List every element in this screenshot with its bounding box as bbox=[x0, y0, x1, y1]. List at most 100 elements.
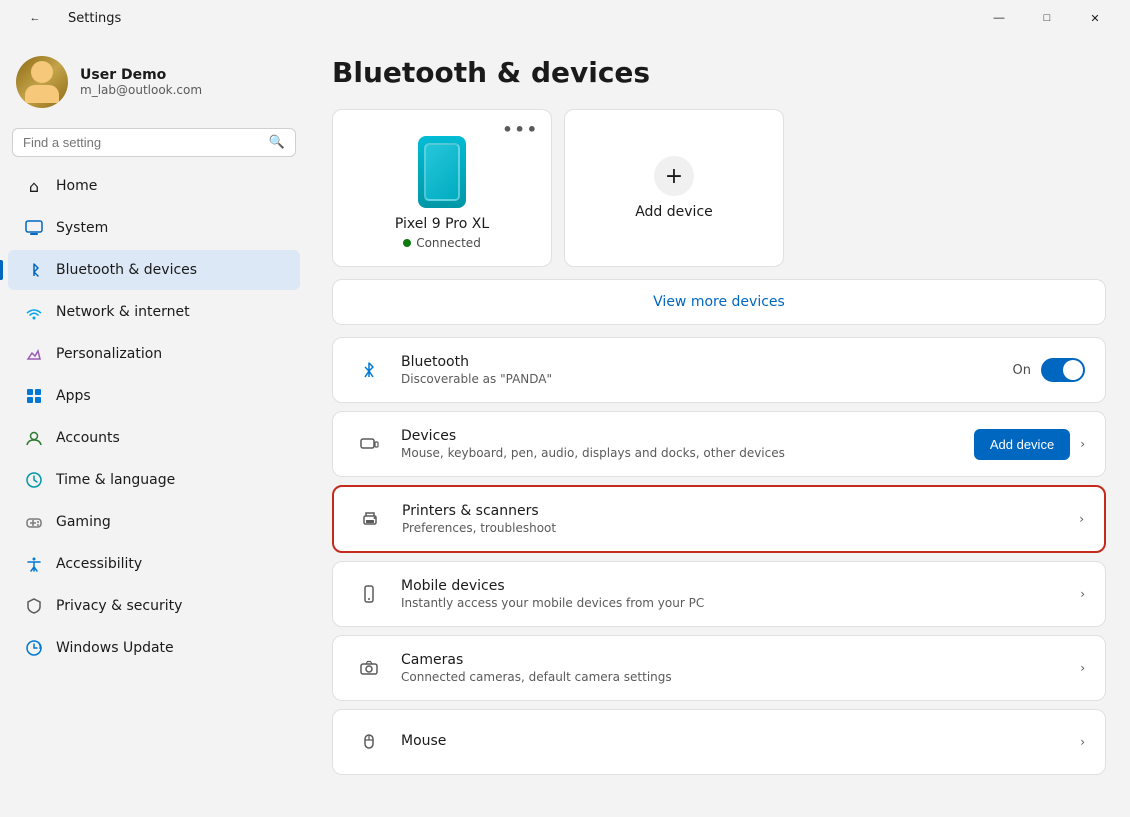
cameras-setting-row[interactable]: Cameras Connected cameras, default camer… bbox=[333, 636, 1105, 700]
maximize-button[interactable]: □ bbox=[1024, 2, 1070, 34]
mouse-setting-text: Mouse bbox=[401, 733, 1064, 751]
profile-name: User Demo bbox=[80, 67, 202, 83]
windows-update-icon bbox=[24, 638, 44, 658]
minimize-button[interactable]: — bbox=[976, 2, 1022, 34]
network-icon bbox=[24, 302, 44, 322]
printers-setting-right: › bbox=[1079, 512, 1084, 526]
mouse-setting-icon bbox=[353, 726, 385, 758]
mouse-setting-row[interactable]: Mouse › bbox=[333, 710, 1105, 774]
devices-subtitle: Mouse, keyboard, pen, audio, displays an… bbox=[401, 446, 958, 460]
nav-label-time: Time & language bbox=[56, 472, 175, 488]
mouse-title: Mouse bbox=[401, 733, 1064, 749]
device-status: Connected bbox=[403, 236, 481, 250]
nav-item-accounts[interactable]: Accounts bbox=[8, 418, 300, 458]
bluetooth-setting-text: Bluetooth Discoverable as "PANDA" bbox=[401, 354, 997, 386]
nav-item-system[interactable]: System bbox=[8, 208, 300, 248]
apps-icon bbox=[24, 386, 44, 406]
mouse-settings-card: Mouse › bbox=[332, 709, 1106, 775]
devices-row: ••• Pixel 9 Pro XL Connected + Add devic… bbox=[332, 109, 1106, 267]
nav-item-home[interactable]: ⌂ Home bbox=[8, 166, 300, 206]
device-more-menu[interactable]: ••• bbox=[502, 120, 539, 139]
nav-label-apps: Apps bbox=[56, 388, 91, 404]
bluetooth-setting-right: On bbox=[1013, 358, 1085, 382]
mobile-title: Mobile devices bbox=[401, 578, 1064, 594]
system-icon bbox=[24, 218, 44, 238]
mouse-setting-right: › bbox=[1080, 735, 1085, 749]
printers-settings-card: Printers & scanners Preferences, trouble… bbox=[332, 485, 1106, 553]
app-title: Settings bbox=[68, 11, 121, 26]
cameras-setting-text: Cameras Connected cameras, default camer… bbox=[401, 652, 1064, 684]
printers-setting-icon bbox=[354, 503, 386, 535]
profile-section: User Demo m_lab@outlook.com bbox=[0, 44, 308, 124]
nav-item-privacy[interactable]: Privacy & security bbox=[8, 586, 300, 626]
add-device-label: Add device bbox=[635, 204, 713, 220]
nav-item-windows-update[interactable]: Windows Update bbox=[8, 628, 300, 668]
devices-title: Devices bbox=[401, 428, 958, 444]
nav-label-home: Home bbox=[56, 178, 97, 194]
mobile-subtitle: Instantly access your mobile devices fro… bbox=[401, 596, 1064, 610]
device-name: Pixel 9 Pro XL bbox=[395, 216, 489, 232]
devices-chevron: › bbox=[1080, 437, 1085, 451]
add-device-button[interactable]: Add device bbox=[974, 429, 1070, 460]
nav-item-network[interactable]: Network & internet bbox=[8, 292, 300, 332]
home-icon: ⌂ bbox=[24, 176, 44, 196]
devices-settings-card: Devices Mouse, keyboard, pen, audio, dis… bbox=[332, 411, 1106, 477]
nav-item-apps[interactable]: Apps bbox=[8, 376, 300, 416]
add-icon: + bbox=[654, 156, 694, 196]
cameras-setting-icon bbox=[353, 652, 385, 684]
view-more-row[interactable]: View more devices bbox=[332, 279, 1106, 325]
search-input[interactable] bbox=[23, 135, 261, 150]
nav-item-bluetooth[interactable]: Bluetooth & devices bbox=[8, 250, 300, 290]
nav-item-gaming[interactable]: Gaming bbox=[8, 502, 300, 542]
mobile-setting-row[interactable]: Mobile devices Instantly access your mob… bbox=[333, 562, 1105, 626]
nav-label-personalization: Personalization bbox=[56, 346, 162, 362]
mobile-setting-icon bbox=[353, 578, 385, 610]
nav-label-windows-update: Windows Update bbox=[56, 640, 174, 656]
bluetooth-subtitle: Discoverable as "PANDA" bbox=[401, 372, 997, 386]
printers-setting-text: Printers & scanners Preferences, trouble… bbox=[402, 503, 1063, 535]
nav-item-accessibility[interactable]: Accessibility bbox=[8, 544, 300, 584]
mobile-settings-card: Mobile devices Instantly access your mob… bbox=[332, 561, 1106, 627]
search-box[interactable]: 🔍 bbox=[12, 128, 296, 157]
title-bar-left: ← Settings bbox=[12, 2, 121, 34]
devices-setting-row[interactable]: Devices Mouse, keyboard, pen, audio, dis… bbox=[333, 412, 1105, 476]
status-label: Connected bbox=[416, 236, 481, 250]
personalization-icon bbox=[24, 344, 44, 364]
page-title: Bluetooth & devices bbox=[332, 56, 1106, 89]
privacy-icon bbox=[24, 596, 44, 616]
bluetooth-toggle[interactable] bbox=[1041, 358, 1085, 382]
device-phone-icon bbox=[418, 136, 466, 208]
time-icon bbox=[24, 470, 44, 490]
nav-item-personalization[interactable]: Personalization bbox=[8, 334, 300, 374]
cameras-chevron: › bbox=[1080, 661, 1085, 675]
gaming-icon bbox=[24, 512, 44, 532]
devices-setting-icon bbox=[353, 428, 385, 460]
printers-chevron: › bbox=[1079, 512, 1084, 526]
bluetooth-setting-icon bbox=[353, 354, 385, 386]
cameras-title: Cameras bbox=[401, 652, 1064, 668]
nav-label-system: System bbox=[56, 220, 108, 236]
mobile-chevron: › bbox=[1080, 587, 1085, 601]
cameras-subtitle: Connected cameras, default camera settin… bbox=[401, 670, 1064, 684]
nav-label-accounts: Accounts bbox=[56, 430, 120, 446]
nav-item-time[interactable]: Time & language bbox=[8, 460, 300, 500]
add-device-card[interactable]: + Add device bbox=[564, 109, 784, 267]
nav-label-network: Network & internet bbox=[56, 304, 190, 320]
status-dot bbox=[403, 239, 411, 247]
printers-title: Printers & scanners bbox=[402, 503, 1063, 519]
back-button[interactable]: ← bbox=[12, 2, 58, 34]
mouse-chevron: › bbox=[1080, 735, 1085, 749]
printers-subtitle: Preferences, troubleshoot bbox=[402, 521, 1063, 535]
close-button[interactable]: ✕ bbox=[1072, 2, 1118, 34]
printers-setting-row[interactable]: Printers & scanners Preferences, trouble… bbox=[334, 487, 1104, 551]
profile-info: User Demo m_lab@outlook.com bbox=[80, 67, 202, 97]
cameras-settings-card: Cameras Connected cameras, default camer… bbox=[332, 635, 1106, 701]
device-card-pixel[interactable]: ••• Pixel 9 Pro XL Connected bbox=[332, 109, 552, 267]
sidebar: User Demo m_lab@outlook.com 🔍 ⌂ Home Sys… bbox=[0, 36, 308, 817]
nav-label-accessibility: Accessibility bbox=[56, 556, 142, 572]
bluetooth-row[interactable]: Bluetooth Discoverable as "PANDA" On bbox=[333, 338, 1105, 402]
search-icon: 🔍 bbox=[269, 135, 285, 150]
bluetooth-icon bbox=[24, 260, 44, 280]
nav-label-privacy: Privacy & security bbox=[56, 598, 182, 614]
main-content: Bluetooth & devices ••• Pixel 9 Pro XL C… bbox=[308, 36, 1130, 817]
